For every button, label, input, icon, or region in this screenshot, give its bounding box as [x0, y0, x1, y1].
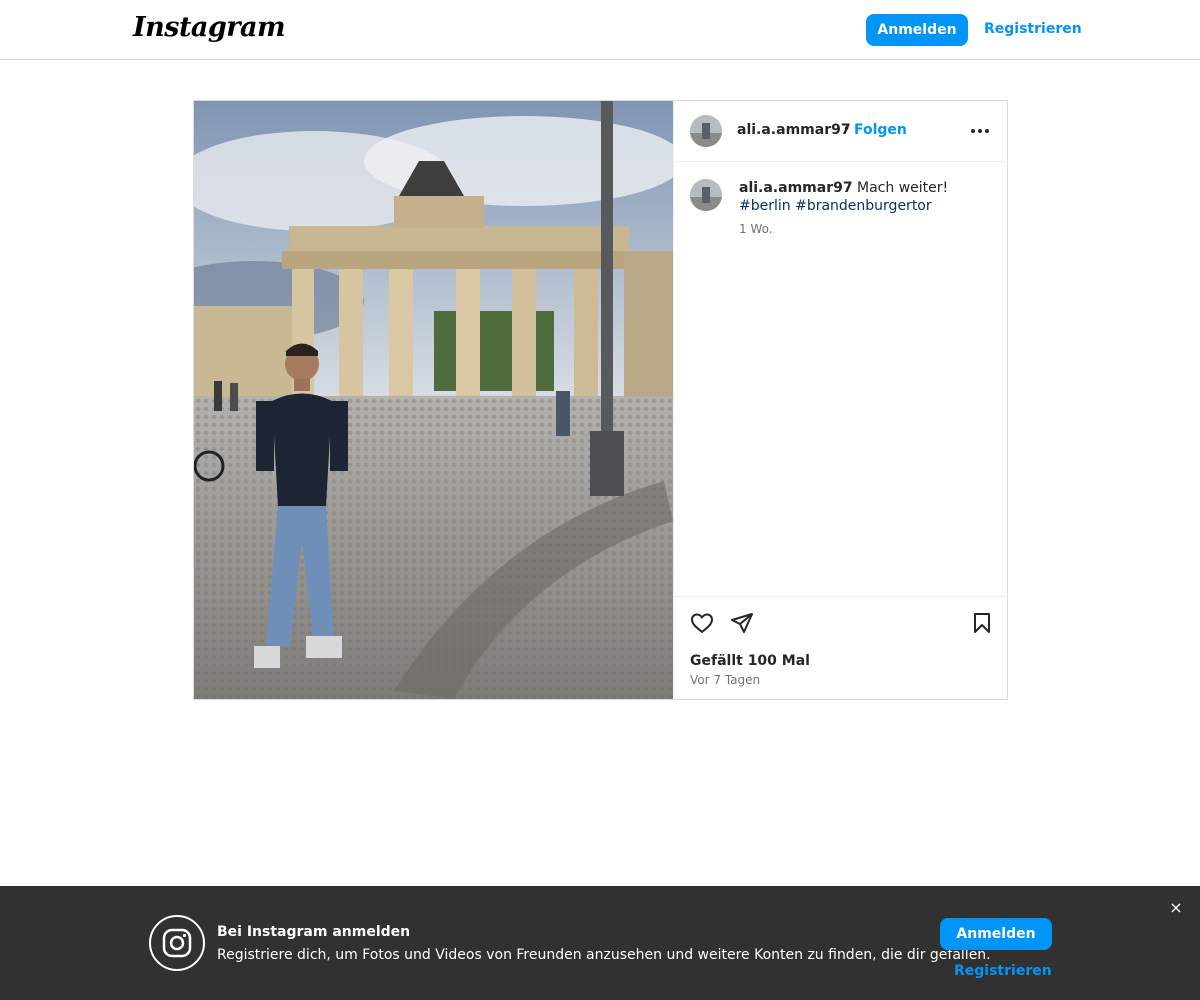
- banner-text: Registriere dich, um Fotos und Videos vo…: [217, 947, 991, 963]
- post-username[interactable]: ali.a.ammar97: [737, 122, 851, 138]
- separator-dot: •: [843, 122, 851, 136]
- post-header: ali.a.ammar97 • Folgen: [674, 101, 1008, 162]
- post-caption: ali.a.ammar97 Mach weiter! #berlin #bran…: [739, 179, 994, 215]
- caption-username[interactable]: ali.a.ammar97: [739, 180, 853, 196]
- header-login-button[interactable]: Anmelden: [866, 14, 968, 46]
- post-card: ali.a.ammar97 • Folgen ali.a.ammar97 Mac…: [193, 100, 1008, 700]
- hashtag-link[interactable]: #berlin: [739, 198, 791, 214]
- instagram-glyph-icon: [149, 915, 205, 971]
- post-time: Vor 7 Tagen: [690, 673, 761, 687]
- login-banner: Bei Instagram anmelden Registriere dich,…: [0, 886, 1200, 1000]
- caption-avatar[interactable]: [690, 179, 722, 211]
- top-header: Instagram Anmelden Registrieren: [0, 0, 1200, 60]
- banner-title: Bei Instagram anmelden: [217, 924, 411, 940]
- avatar-image: [690, 179, 722, 211]
- more-icon[interactable]: [968, 121, 992, 141]
- caption-text: Mach weiter!: [857, 180, 949, 196]
- share-icon[interactable]: [729, 610, 755, 636]
- banner-login-button[interactable]: Anmelden: [940, 918, 1052, 950]
- follow-button[interactable]: Folgen: [854, 122, 907, 138]
- close-icon[interactable]: ×: [1168, 900, 1184, 916]
- banner-register-link[interactable]: Registrieren: [954, 963, 1052, 979]
- post-photo[interactable]: [194, 101, 673, 699]
- header-register-link[interactable]: Registrieren: [984, 21, 1082, 37]
- like-count[interactable]: Gefällt 100 Mal: [690, 653, 810, 669]
- post-image: [194, 101, 673, 699]
- hashtag-link[interactable]: #brandenburgertor: [795, 198, 932, 214]
- bookmark-icon[interactable]: [969, 610, 995, 636]
- instagram-logo[interactable]: Instagram: [133, 12, 286, 43]
- heart-icon[interactable]: [689, 610, 715, 636]
- avatar-image: [690, 115, 722, 147]
- avatar[interactable]: [690, 115, 722, 147]
- caption-time: 1 Wo.: [739, 222, 773, 236]
- post-sidebar: ali.a.ammar97 • Folgen ali.a.ammar97 Mac…: [673, 101, 1008, 699]
- post-actions: Gefällt 100 Mal Vor 7 Tagen: [674, 596, 1008, 699]
